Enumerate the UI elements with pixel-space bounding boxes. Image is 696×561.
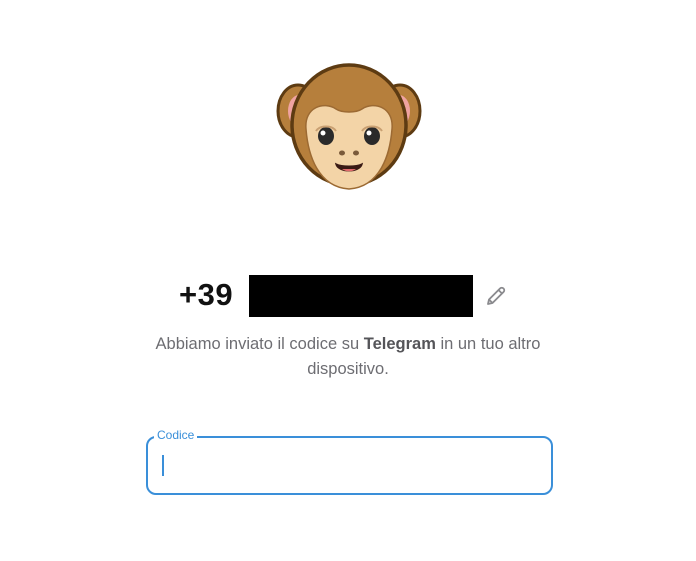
phone-prefix: +39 [179,277,234,312]
redacted-phone-number [249,275,473,317]
code-field[interactable]: Codice [146,428,553,495]
edit-phone-button[interactable] [484,284,508,308]
pencil-icon [487,286,506,305]
text-caret [162,455,164,476]
message-before: Abbiamo inviato il codice su [155,335,364,353]
code-input[interactable] [160,450,540,480]
code-sent-message: Abbiamo inviato il codice su Telegram in… [130,332,566,382]
monkey-face-icon [276,63,422,190]
code-field-label: Codice [154,428,198,442]
message-app-name: Telegram [363,335,436,353]
phone-number-row: +39 [0,272,696,318]
